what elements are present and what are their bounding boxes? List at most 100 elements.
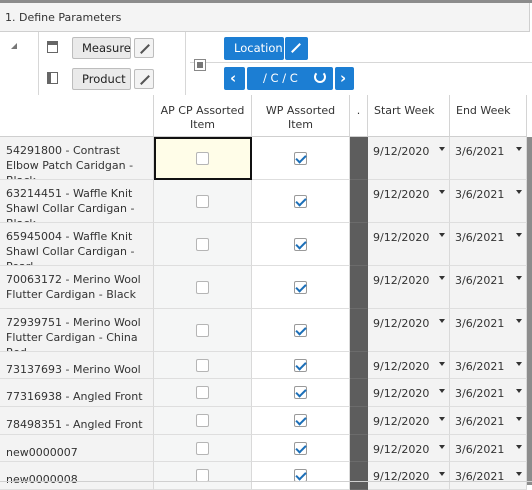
start-week-cell[interactable]: 9/12/2020 xyxy=(368,266,450,309)
edit-location-button[interactable] xyxy=(285,37,308,60)
wp-assorted-cell[interactable] xyxy=(252,379,350,407)
ap-cp-assorted-checkbox[interactable] xyxy=(196,414,209,427)
product-name-cell[interactable]: 70063172 - Merino Wool Flutter Cardigan … xyxy=(0,266,154,309)
ap-cp-assorted-checkbox[interactable] xyxy=(196,359,209,372)
start-week-cell[interactable]: 9/12/2020 xyxy=(368,379,450,407)
dropdown-arrow-icon[interactable] xyxy=(516,190,522,194)
product-name-cell[interactable]: 78498351 - Angled Front xyxy=(0,407,154,435)
dropdown-arrow-icon[interactable] xyxy=(439,319,445,323)
end-week-cell[interactable]: 3/6/2021 xyxy=(450,407,527,435)
ap-cp-assorted-cell[interactable] xyxy=(154,223,252,266)
wp-assorted-checkbox[interactable] xyxy=(294,195,307,208)
end-week-cell[interactable]: 3/6/2021 xyxy=(450,462,527,490)
table-row[interactable]: 70063172 - Merino Wool Flutter Cardigan … xyxy=(0,266,532,309)
wp-assorted-cell[interactable] xyxy=(252,407,350,435)
start-week-cell[interactable]: 9/12/2020 xyxy=(368,352,450,379)
table-row[interactable]: new0000008 9/12/2020 3/6/2021 xyxy=(0,462,532,490)
ap-cp-assorted-cell[interactable] xyxy=(154,352,252,379)
table-row[interactable]: 65945004 - Waffle Knit Shawl Collar Card… xyxy=(0,223,532,266)
wp-assorted-checkbox[interactable] xyxy=(294,442,307,455)
dropdown-arrow-icon[interactable] xyxy=(439,362,445,366)
product-name-cell[interactable]: 72939751 - Merino Wool Flutter Cardigan … xyxy=(0,309,154,352)
ap-cp-assorted-cell[interactable] xyxy=(154,180,252,223)
product-name-cell[interactable]: new0000008 xyxy=(0,462,154,490)
wp-assorted-cell[interactable] xyxy=(252,266,350,309)
ap-cp-assorted-cell[interactable] xyxy=(154,435,252,462)
product-chip[interactable]: Product xyxy=(72,68,131,90)
wp-assorted-cell[interactable] xyxy=(252,137,350,180)
start-week-cell[interactable]: 9/12/2020 xyxy=(368,137,450,180)
dropdown-arrow-icon[interactable] xyxy=(516,445,522,449)
dropdown-arrow-icon[interactable] xyxy=(439,147,445,151)
product-name-cell[interactable]: 73137693 - Merino Wool xyxy=(0,352,154,379)
end-week-cell[interactable]: 3/6/2021 xyxy=(450,435,527,462)
ap-cp-assorted-checkbox[interactable] xyxy=(196,442,209,455)
wp-assorted-checkbox[interactable] xyxy=(294,386,307,399)
ap-cp-assorted-checkbox[interactable] xyxy=(196,195,209,208)
dropdown-arrow-icon[interactable] xyxy=(439,417,445,421)
ap-cp-assorted-cell[interactable] xyxy=(154,137,252,180)
wp-assorted-checkbox[interactable] xyxy=(294,359,307,372)
product-name-cell[interactable]: 77316938 - Angled Front xyxy=(0,379,154,407)
dropdown-arrow-icon[interactable] xyxy=(439,190,445,194)
reset-icon[interactable] xyxy=(314,71,326,83)
dropdown-arrow-icon[interactable] xyxy=(516,362,522,366)
ap-cp-assorted-checkbox[interactable] xyxy=(196,386,209,399)
wp-assorted-cell[interactable] xyxy=(252,309,350,352)
table-row[interactable]: 73137693 - Merino Wool 9/12/2020 3/6/2021 xyxy=(0,352,532,379)
ap-cp-assorted-cell[interactable] xyxy=(154,462,252,490)
ap-cp-assorted-cell[interactable] xyxy=(154,309,252,352)
ap-cp-assorted-checkbox[interactable] xyxy=(196,324,209,337)
dropdown-arrow-icon[interactable] xyxy=(439,276,445,280)
end-week-cell[interactable]: 3/6/2021 xyxy=(450,266,527,309)
product-name-cell[interactable]: 63214451 - Waffle Knit Shawl Collar Card… xyxy=(0,180,154,223)
ap-cp-assorted-checkbox[interactable] xyxy=(196,281,209,294)
product-name-cell[interactable]: 65945004 - Waffle Knit Shawl Collar Card… xyxy=(0,223,154,266)
wp-assorted-cell[interactable] xyxy=(252,352,350,379)
section-header[interactable]: 1. Define Parameters xyxy=(0,3,530,32)
product-name-cell[interactable]: new0000007 xyxy=(0,435,154,462)
collapse-triangle-icon[interactable] xyxy=(11,43,17,49)
wp-assorted-checkbox[interactable] xyxy=(294,324,307,337)
start-week-cell[interactable]: 9/12/2020 xyxy=(368,407,450,435)
table-row[interactable]: 63214451 - Waffle Knit Shawl Collar Card… xyxy=(0,180,532,223)
dropdown-arrow-icon[interactable] xyxy=(439,472,445,476)
product-name-cell[interactable]: 54291800 - Contrast Elbow Patch Caridgan… xyxy=(0,137,154,180)
column-header-dot[interactable]: . xyxy=(350,95,368,137)
start-week-cell[interactable]: 9/12/2020 xyxy=(368,309,450,352)
wp-assorted-cell[interactable] xyxy=(252,462,350,490)
column-header-wp[interactable]: WP Assorted Item xyxy=(252,95,350,137)
table-row[interactable]: new0000007 9/12/2020 3/6/2021 xyxy=(0,435,532,462)
column-header-start-week[interactable]: Start Week xyxy=(368,95,450,137)
end-week-cell[interactable]: 3/6/2021 xyxy=(450,180,527,223)
dropdown-arrow-icon[interactable] xyxy=(516,472,522,476)
location-chip[interactable]: Location xyxy=(224,37,284,60)
measure-chip[interactable]: Measure xyxy=(72,37,131,59)
wp-assorted-cell[interactable] xyxy=(252,180,350,223)
dropdown-arrow-icon[interactable] xyxy=(516,276,522,280)
table-row[interactable]: 77316938 - Angled Front 9/12/2020 3/6/2021 xyxy=(0,379,532,407)
start-week-cell[interactable]: 9/12/2020 xyxy=(368,180,450,223)
dropdown-arrow-icon[interactable] xyxy=(516,389,522,393)
ap-cp-assorted-cell[interactable] xyxy=(154,266,252,309)
end-week-cell[interactable]: 3/6/2021 xyxy=(450,137,527,180)
ap-cp-assorted-checkbox[interactable] xyxy=(196,152,209,165)
end-week-cell[interactable]: 3/6/2021 xyxy=(450,379,527,407)
vertical-scrollbar[interactable] xyxy=(527,137,532,485)
column-header-ap-cp[interactable]: AP CP Assorted Item xyxy=(154,95,252,137)
ap-cp-assorted-cell[interactable] xyxy=(154,407,252,435)
start-week-cell[interactable]: 9/12/2020 xyxy=(368,223,450,266)
table-row[interactable]: 54291800 - Contrast Elbow Patch Caridgan… xyxy=(0,137,532,180)
table-row[interactable]: 72939751 - Merino Wool Flutter Cardigan … xyxy=(0,309,532,352)
dropdown-arrow-icon[interactable] xyxy=(516,233,522,237)
end-week-cell[interactable]: 3/6/2021 xyxy=(450,223,527,266)
ap-cp-assorted-checkbox[interactable] xyxy=(196,238,209,251)
end-week-cell[interactable]: 3/6/2021 xyxy=(450,309,527,352)
next-button[interactable]: › xyxy=(335,67,354,90)
start-week-cell[interactable]: 9/12/2020 xyxy=(368,435,450,462)
edit-measure-button[interactable] xyxy=(134,38,154,58)
dropdown-arrow-icon[interactable] xyxy=(516,417,522,421)
wp-assorted-checkbox[interactable] xyxy=(294,238,307,251)
table-row[interactable]: 78498351 - Angled Front 9/12/2020 3/6/2021 xyxy=(0,407,532,435)
wp-assorted-cell[interactable] xyxy=(252,223,350,266)
